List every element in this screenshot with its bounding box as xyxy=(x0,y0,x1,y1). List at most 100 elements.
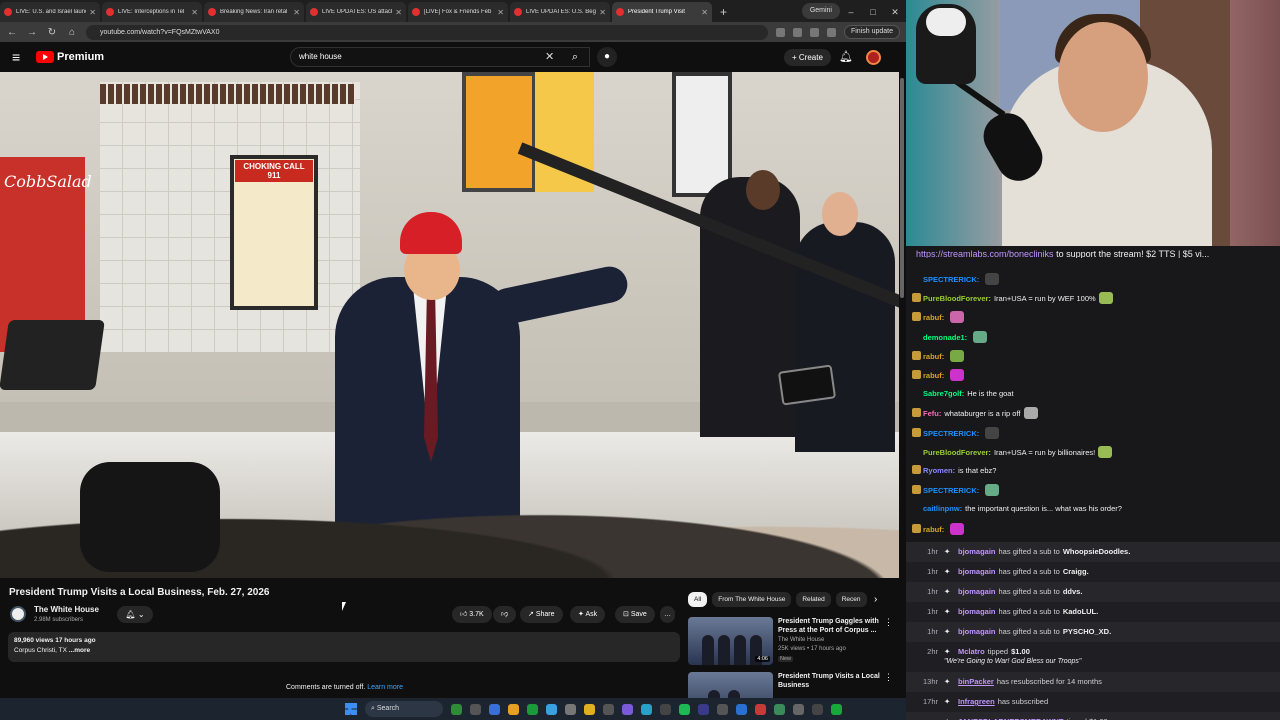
chip-related[interactable]: Related xyxy=(796,592,831,607)
close-icon[interactable]: ✕ xyxy=(395,8,402,17)
taskbar-app-icon[interactable] xyxy=(812,703,823,715)
close-icon[interactable]: ✕ xyxy=(497,8,504,17)
chat-username[interactable]: rabuf: xyxy=(923,313,944,322)
taskbar-app-icon[interactable] xyxy=(470,703,481,715)
dislike-button[interactable]: 👎︎ xyxy=(493,606,517,623)
taskbar-app-icon[interactable] xyxy=(489,703,500,715)
recommendation-channel[interactable]: The White House xyxy=(778,637,824,643)
chat-username[interactable]: rabuf: xyxy=(923,525,944,534)
taskbar-app-icon[interactable] xyxy=(641,703,652,715)
chip-all[interactable]: All xyxy=(688,592,708,607)
close-icon[interactable]: ✕ xyxy=(191,8,198,17)
new-tab-button[interactable]: + xyxy=(714,2,733,22)
chat-username[interactable]: demonade1: xyxy=(923,333,967,342)
taskbar-app-icon[interactable] xyxy=(603,703,614,715)
chat-username[interactable]: PureBloodForever: xyxy=(923,448,991,457)
close-icon[interactable]: ✕ xyxy=(599,8,606,17)
recommendation-item[interactable]: President Trump Visits a Local Business … xyxy=(688,672,900,698)
browser-tab-active[interactable]: President Trump Visit ✕ xyxy=(612,2,712,22)
share-button[interactable]: ↗ Share xyxy=(520,606,563,623)
extension-icon[interactable] xyxy=(792,27,802,37)
extension-icon[interactable] xyxy=(775,27,785,37)
taskbar-app-icon[interactable] xyxy=(622,703,633,715)
taskbar-app-icon[interactable] xyxy=(831,703,842,715)
browser-tab[interactable]: LIVE UPDATES: U.S. Begi ✕ xyxy=(510,2,610,22)
microphone-icon[interactable]: ● xyxy=(597,47,617,67)
chat-username[interactable]: Ryomen: xyxy=(923,466,955,475)
url-field[interactable]: youtube.com/watch?v=FQsMZtwVAX0 xyxy=(86,24,768,40)
forward-icon[interactable]: → xyxy=(26,27,38,38)
taskbar-search[interactable]: ⌕ Search xyxy=(365,701,443,717)
event-username[interactable]: Infragreen xyxy=(958,697,995,706)
streamlabs-link[interactable]: https://streamlabs.com/bonecliniks xyxy=(916,249,1054,258)
chat-username[interactable]: caitlinpnw: xyxy=(923,504,962,513)
taskbar-app-icon[interactable] xyxy=(793,703,804,715)
account-avatar[interactable] xyxy=(866,50,881,65)
spotify-icon[interactable] xyxy=(679,703,690,715)
search-icon[interactable]: ⌕ xyxy=(562,47,588,67)
learn-more-link[interactable]: Learn more xyxy=(367,684,403,691)
browser-tab[interactable]: LIVE UPDATES: US attack ✕ xyxy=(306,2,406,22)
close-window-icon[interactable]: ✕ xyxy=(884,2,906,22)
chat-username[interactable]: PureBloodForever: xyxy=(923,294,991,303)
maximize-icon[interactable]: □ xyxy=(862,2,884,22)
more-vert-icon[interactable]: ⋮ xyxy=(884,617,893,628)
hamburger-menu-icon[interactable]: ≡ xyxy=(12,49,36,65)
browser-tab[interactable]: Breaking News: Iran retal ✕ xyxy=(204,2,304,22)
back-icon[interactable]: ← xyxy=(6,27,18,38)
taskbar-app-icon[interactable] xyxy=(755,703,766,715)
taskbar-app-icon[interactable] xyxy=(717,703,728,715)
event-username[interactable]: binPacker xyxy=(958,677,994,686)
taskbar-app-icon[interactable] xyxy=(660,703,671,715)
close-icon[interactable]: ✕ xyxy=(89,8,96,17)
youtube-logo[interactable]: Premium xyxy=(36,51,104,63)
finish-update-button[interactable]: Finish update xyxy=(843,25,900,39)
minimize-icon[interactable]: – xyxy=(840,2,862,22)
chrome-icon[interactable] xyxy=(508,703,519,715)
like-button[interactable]: 👍︎ 3.7K xyxy=(452,606,492,623)
taskbar-app-icon[interactable] xyxy=(736,703,747,715)
event-username[interactable]: bjomagain xyxy=(958,567,996,576)
close-icon[interactable]: ✕ xyxy=(293,8,300,17)
subscribed-bell-button[interactable]: 🔔︎ ⌄ xyxy=(117,606,153,623)
file-explorer-icon[interactable] xyxy=(584,703,595,715)
recommendation-item[interactable]: 4:06 President Trump Gaggles with Press … xyxy=(688,617,900,669)
more-actions-button[interactable]: … xyxy=(660,606,675,623)
description-more-link[interactable]: ...more xyxy=(69,647,90,654)
recommendation-thumbnail[interactable]: 4:06 xyxy=(688,617,773,665)
taskbar-app-icon[interactable] xyxy=(565,703,576,715)
browser-tab[interactable]: [LIVE] Fox & Friends Feb ✕ xyxy=(408,2,508,22)
chat-username[interactable]: SPECTRERICK: xyxy=(923,429,979,438)
home-icon[interactable]: ⌂ xyxy=(66,27,78,38)
chat-username[interactable]: SPECTRERICK: xyxy=(923,486,979,495)
notifications-bell-icon[interactable]: 🔔︎ xyxy=(839,50,853,63)
taskbar-app-icon[interactable] xyxy=(451,703,462,715)
more-vert-icon[interactable]: ⋮ xyxy=(884,672,893,683)
video-player[interactable]: CobbSalad CHOKING CALL 911 xyxy=(0,72,900,578)
chevron-right-icon[interactable]: › xyxy=(874,594,877,605)
chat-username[interactable]: SPECTRERICK: xyxy=(923,275,979,284)
event-username[interactable]: bjomagain xyxy=(958,547,996,556)
clear-search-icon[interactable]: ✕ xyxy=(545,50,554,63)
scrollbar-thumb[interactable] xyxy=(900,78,904,298)
gemini-button[interactable]: Gemini xyxy=(801,3,840,19)
chip-from-channel[interactable]: From The White House xyxy=(712,592,792,607)
chat-username[interactable]: rabuf: xyxy=(923,371,944,380)
recommendation-title[interactable]: President Trump Visits a Local Business xyxy=(778,672,888,690)
extension-icon[interactable] xyxy=(809,27,819,37)
event-username[interactable]: bjomagain xyxy=(958,607,996,616)
reload-icon[interactable]: ↻ xyxy=(46,27,58,38)
taskbar-app-icon[interactable] xyxy=(546,703,557,715)
chat-username[interactable]: Fefu: xyxy=(923,409,941,418)
browser-tab[interactable]: LIVE: Interceptions in Tel ✕ xyxy=(102,2,202,22)
chat-username[interactable]: Sabre7golf: xyxy=(923,389,964,398)
chat-username[interactable]: rabuf: xyxy=(923,352,944,361)
ask-button[interactable]: ✦ Ask xyxy=(570,606,606,623)
recommendation-title[interactable]: President Trump Gaggles with Press at th… xyxy=(778,617,888,635)
windows-start-icon[interactable] xyxy=(345,703,357,715)
close-icon[interactable]: ✕ xyxy=(701,8,708,17)
browser-tab[interactable]: LIVE: U.S. and Israel launch ✕ xyxy=(0,2,100,22)
channel-avatar[interactable] xyxy=(10,606,26,622)
save-button[interactable]: ⊡ Save xyxy=(615,606,655,623)
channel-name[interactable]: The White House xyxy=(34,605,99,614)
